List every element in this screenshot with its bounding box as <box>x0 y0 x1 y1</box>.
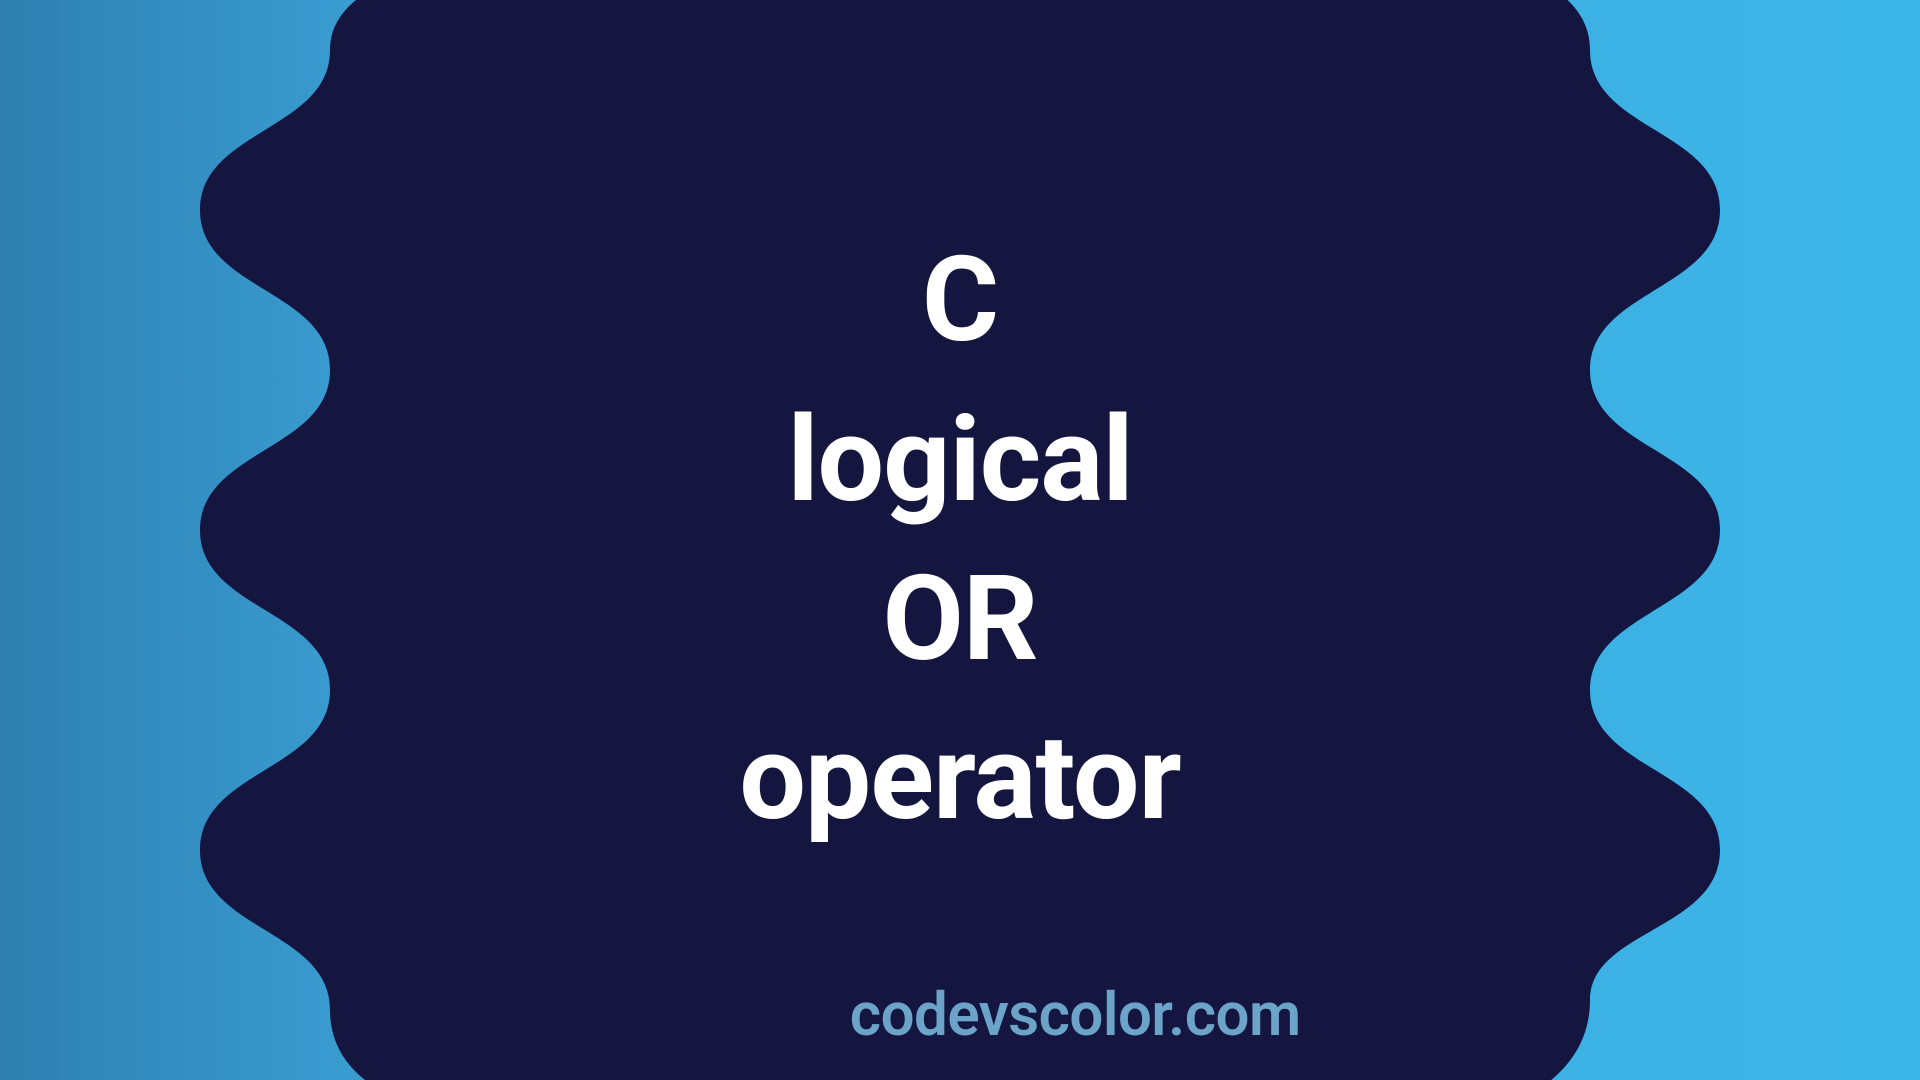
headline-line-1: C <box>739 221 1180 380</box>
headline: C logical OR operator <box>739 221 1180 858</box>
headline-line-4: operator <box>739 699 1180 858</box>
banner-canvas: C logical OR operator codevscolor.com <box>0 0 1920 1080</box>
headline-line-2: logical <box>739 381 1180 540</box>
headline-line-3: OR <box>739 540 1180 699</box>
site-watermark: codevscolor.com <box>850 979 1301 1050</box>
